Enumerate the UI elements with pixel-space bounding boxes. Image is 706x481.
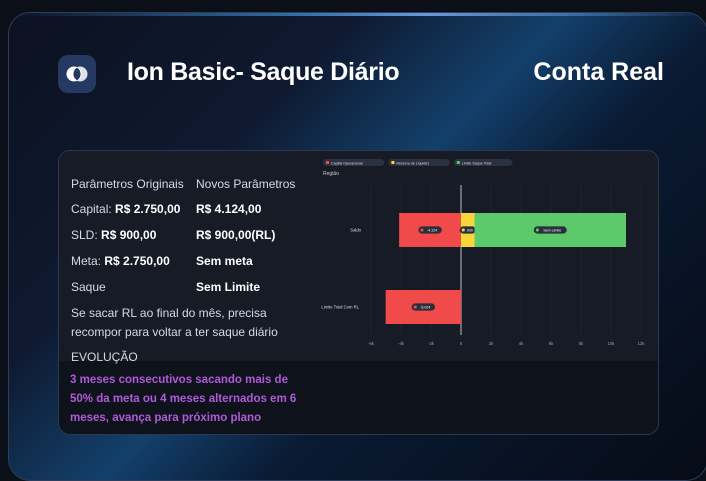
bar-data-label: -4,124	[418, 226, 442, 234]
data-label-text: -4,124	[427, 228, 437, 232]
data-label-swatch	[461, 228, 465, 232]
chart-categories: Saldo Limite Total Com RL	[321, 228, 361, 310]
parameters-card: Parâmetros Originais Novos Parâmetros Ca…	[58, 150, 659, 435]
x-tick-label: 0	[460, 341, 463, 346]
note-line-1: Se sacar RL ao final do mês, precisa	[71, 306, 267, 320]
x-tick-label: 12k	[638, 341, 646, 346]
stacked-bar-chart: Capital Operacional Reserva de Liquidez Li…	[321, 159, 645, 346]
capital-row: Capital: R$ 2.750,00 R$ 4.124,00	[71, 202, 261, 216]
legend-item: Reserva de Liquidez	[388, 159, 450, 166]
meta-new-value: Sem meta	[196, 254, 253, 268]
col1-header: Parâmetros Originais	[71, 177, 184, 191]
x-tick-label: 8k	[579, 341, 584, 346]
legend-label: Limite Saque Total	[462, 162, 492, 166]
sld-label: SLD:	[71, 228, 98, 242]
data-label-swatch	[535, 228, 539, 232]
x-tick-label: 10k	[608, 341, 616, 346]
data-label-swatch	[420, 228, 424, 232]
legend-swatch	[391, 161, 395, 164]
note-line-2: recompor para voltar a ter saque diário	[71, 325, 278, 339]
account-type-label: Conta Real	[533, 58, 664, 86]
chart-bars: -4,124 900 Sem Limite -5,024	[385, 213, 626, 324]
meta-original-value: R$ 2.750,00	[104, 254, 170, 268]
sld-row: SLD: R$ 900,00 R$ 900,00(RL)	[71, 228, 275, 242]
category-label: Limite Total Com RL	[321, 305, 359, 310]
category-label: Saldo	[350, 228, 361, 233]
sld-original-value: R$ 900,00	[101, 228, 157, 242]
data-label-swatch	[413, 305, 417, 309]
data-label-text: -5,024	[420, 305, 430, 309]
x-tick-label: -2k	[428, 341, 435, 346]
x-tick-label: 4k	[519, 341, 524, 346]
capital-new-value: R$ 4.124,00	[196, 202, 262, 216]
chart-title: Região	[323, 171, 339, 177]
x-tick-label: -6k	[368, 341, 375, 346]
page-title: Ion Basic- Saque Diário	[127, 58, 400, 86]
params-header-row: Parâmetros Originais Novos Parâmetros	[71, 177, 295, 191]
saque-label: Saque	[71, 280, 106, 294]
col2-header: Novos Parâmetros	[196, 177, 296, 191]
chart-x-ticks: -6k -4k -2k 0 2k 4k 6k 8k 10k 12k	[368, 341, 645, 346]
capital-label: Capital:	[71, 202, 112, 216]
legend-swatch	[326, 161, 329, 164]
data-label-text: 900	[467, 228, 473, 232]
bar-data-label: 900	[459, 226, 476, 234]
frame-glow	[9, 13, 706, 16]
logo-icon	[66, 66, 88, 82]
chart-legend: Capital Operacional Reserva de Liquidez Li…	[323, 159, 513, 166]
legend-label: Capital Operacional	[331, 162, 363, 166]
plan-advance-note: 3 meses consecutivos sacando mais de 50%…	[70, 374, 297, 424]
x-tick-label: 2k	[489, 341, 494, 346]
x-tick-label: -4k	[398, 341, 405, 346]
saque-row: Saque Sem Limite	[71, 280, 260, 294]
saque-new-value: Sem Limite	[196, 280, 261, 294]
legend-swatch	[456, 161, 460, 164]
app-logo	[58, 55, 96, 93]
bar-data-label: -5,024	[411, 303, 436, 311]
evolucao-label: EVOLUÇÃO	[71, 350, 138, 364]
meta-row: Meta: R$ 2.750,00 Sem meta	[71, 254, 253, 268]
capital-original-value: R$ 2.750,00	[115, 202, 181, 216]
sld-new-value: R$ 900,00(RL)	[196, 228, 276, 242]
meta-label: Meta:	[71, 254, 102, 268]
bar-data-label: Sem Limite	[533, 226, 567, 234]
legend-item: Limite Saque Total	[453, 159, 513, 166]
x-tick-label: 6k	[549, 341, 554, 346]
legend-item: Capital Operacional	[323, 159, 385, 166]
legend-label: Reserva de Liquidez	[396, 162, 429, 166]
data-label-text: Sem Limite	[543, 228, 561, 232]
